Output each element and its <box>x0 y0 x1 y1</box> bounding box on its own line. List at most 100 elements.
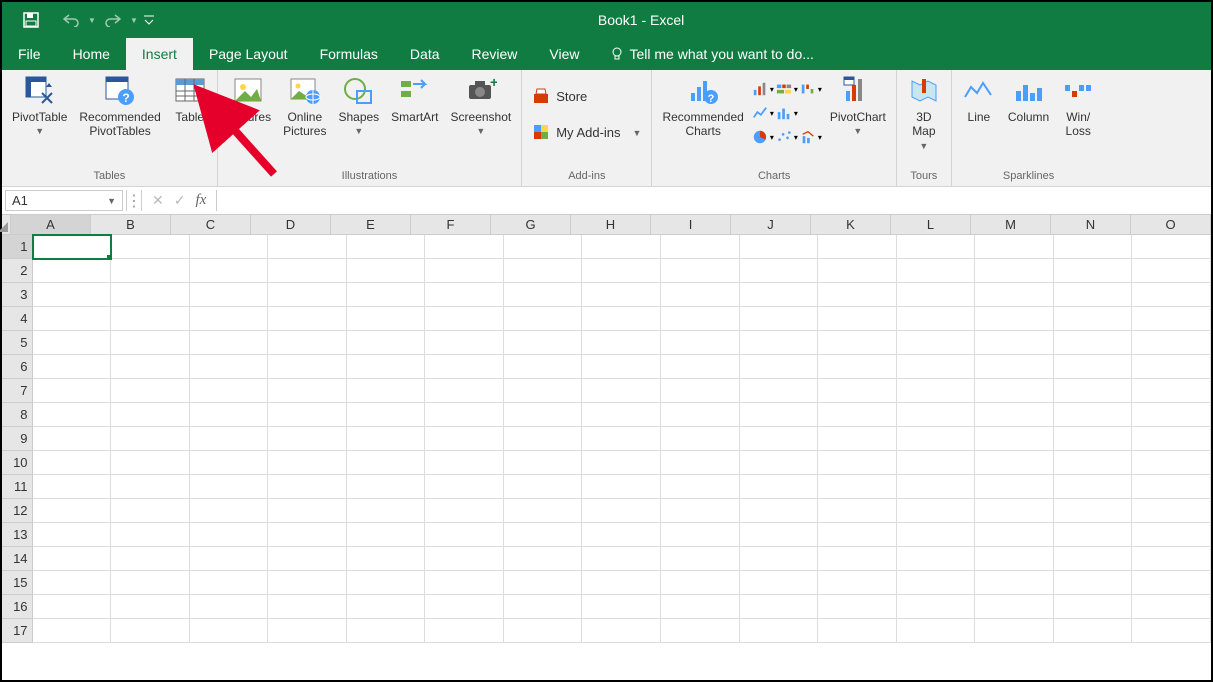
cell[interactable] <box>897 619 976 643</box>
cell[interactable] <box>1054 571 1133 595</box>
undo-dropdown[interactable]: ▼ <box>86 7 98 33</box>
cell[interactable] <box>268 379 347 403</box>
cell[interactable] <box>740 379 819 403</box>
cell[interactable] <box>661 595 740 619</box>
qat-customize[interactable] <box>142 7 156 33</box>
table-button[interactable]: Table <box>169 74 211 166</box>
cell[interactable] <box>818 379 897 403</box>
row-header[interactable]: 11 <box>2 475 33 499</box>
cell[interactable] <box>347 355 426 379</box>
cell[interactable] <box>661 451 740 475</box>
pivottable-button[interactable]: PivotTable ▼ <box>8 74 71 166</box>
cell[interactable] <box>818 283 897 307</box>
cell[interactable] <box>897 307 976 331</box>
tab-formulas[interactable]: Formulas <box>304 38 394 70</box>
cell[interactable] <box>425 331 504 355</box>
cell[interactable] <box>504 355 583 379</box>
cell[interactable] <box>661 307 740 331</box>
cell[interactable] <box>190 475 269 499</box>
cell[interactable] <box>818 451 897 475</box>
cell[interactable] <box>33 499 112 523</box>
cell[interactable] <box>582 379 661 403</box>
cell[interactable] <box>661 259 740 283</box>
cell[interactable] <box>347 331 426 355</box>
cell[interactable] <box>504 379 583 403</box>
cell[interactable] <box>1132 427 1211 451</box>
cell[interactable] <box>975 451 1054 475</box>
cell[interactable] <box>425 547 504 571</box>
cell[interactable] <box>582 547 661 571</box>
cell[interactable] <box>975 355 1054 379</box>
cell[interactable] <box>425 259 504 283</box>
cell[interactable] <box>1054 355 1133 379</box>
sparkline-column-button[interactable]: Column <box>1004 74 1053 166</box>
cell[interactable] <box>818 523 897 547</box>
sparkline-winloss-button[interactable]: Win/ Loss <box>1057 74 1099 166</box>
cell[interactable] <box>268 547 347 571</box>
cell[interactable] <box>33 379 112 403</box>
cell[interactable] <box>268 259 347 283</box>
cell[interactable] <box>268 571 347 595</box>
cell[interactable] <box>661 499 740 523</box>
cell[interactable] <box>504 259 583 283</box>
row-header[interactable]: 1 <box>2 235 33 259</box>
row-header[interactable]: 5 <box>2 331 33 355</box>
cell[interactable] <box>347 499 426 523</box>
cell[interactable] <box>347 235 426 259</box>
cell[interactable] <box>1132 283 1211 307</box>
cell[interactable] <box>818 595 897 619</box>
row-header[interactable]: 12 <box>2 499 33 523</box>
cell[interactable] <box>1132 235 1211 259</box>
formula-input[interactable] <box>216 190 1211 211</box>
cell[interactable] <box>190 595 269 619</box>
cell[interactable] <box>897 571 976 595</box>
cell[interactable] <box>190 235 269 259</box>
tab-page-layout[interactable]: Page Layout <box>193 38 304 70</box>
cell[interactable] <box>190 307 269 331</box>
cell[interactable] <box>582 427 661 451</box>
cell[interactable] <box>975 403 1054 427</box>
cell[interactable] <box>347 307 426 331</box>
online-pictures-button[interactable]: Online Pictures <box>279 74 330 166</box>
cell[interactable] <box>975 427 1054 451</box>
column-header[interactable]: F <box>411 215 491 234</box>
cell[interactable] <box>33 475 112 499</box>
cell[interactable] <box>347 571 426 595</box>
row-header[interactable]: 2 <box>2 259 33 283</box>
cell[interactable] <box>1054 403 1133 427</box>
cell[interactable] <box>582 355 661 379</box>
row-header[interactable]: 6 <box>2 355 33 379</box>
cell[interactable] <box>1054 259 1133 283</box>
cell[interactable] <box>582 259 661 283</box>
column-header[interactable]: J <box>731 215 811 234</box>
cell[interactable] <box>347 523 426 547</box>
cell[interactable] <box>33 259 112 283</box>
cell[interactable] <box>504 307 583 331</box>
column-header[interactable]: B <box>91 215 171 234</box>
cell[interactable] <box>975 547 1054 571</box>
cell[interactable] <box>33 595 112 619</box>
cell[interactable] <box>190 283 269 307</box>
cell[interactable] <box>1054 331 1133 355</box>
cell[interactable] <box>1054 307 1133 331</box>
undo-button[interactable] <box>58 7 84 33</box>
cell[interactable] <box>504 403 583 427</box>
cell[interactable] <box>347 619 426 643</box>
row-header[interactable]: 7 <box>2 379 33 403</box>
cell[interactable] <box>268 451 347 475</box>
cell[interactable] <box>111 475 190 499</box>
cell[interactable] <box>504 595 583 619</box>
cell[interactable] <box>268 499 347 523</box>
cell[interactable] <box>425 523 504 547</box>
cell[interactable] <box>504 475 583 499</box>
cell[interactable] <box>897 451 976 475</box>
cell[interactable] <box>1054 283 1133 307</box>
cell[interactable] <box>425 427 504 451</box>
cell[interactable] <box>582 523 661 547</box>
cell[interactable] <box>190 499 269 523</box>
cell[interactable] <box>897 331 976 355</box>
cell[interactable] <box>33 451 112 475</box>
cell[interactable] <box>740 571 819 595</box>
cell[interactable] <box>33 523 112 547</box>
cell[interactable] <box>111 595 190 619</box>
